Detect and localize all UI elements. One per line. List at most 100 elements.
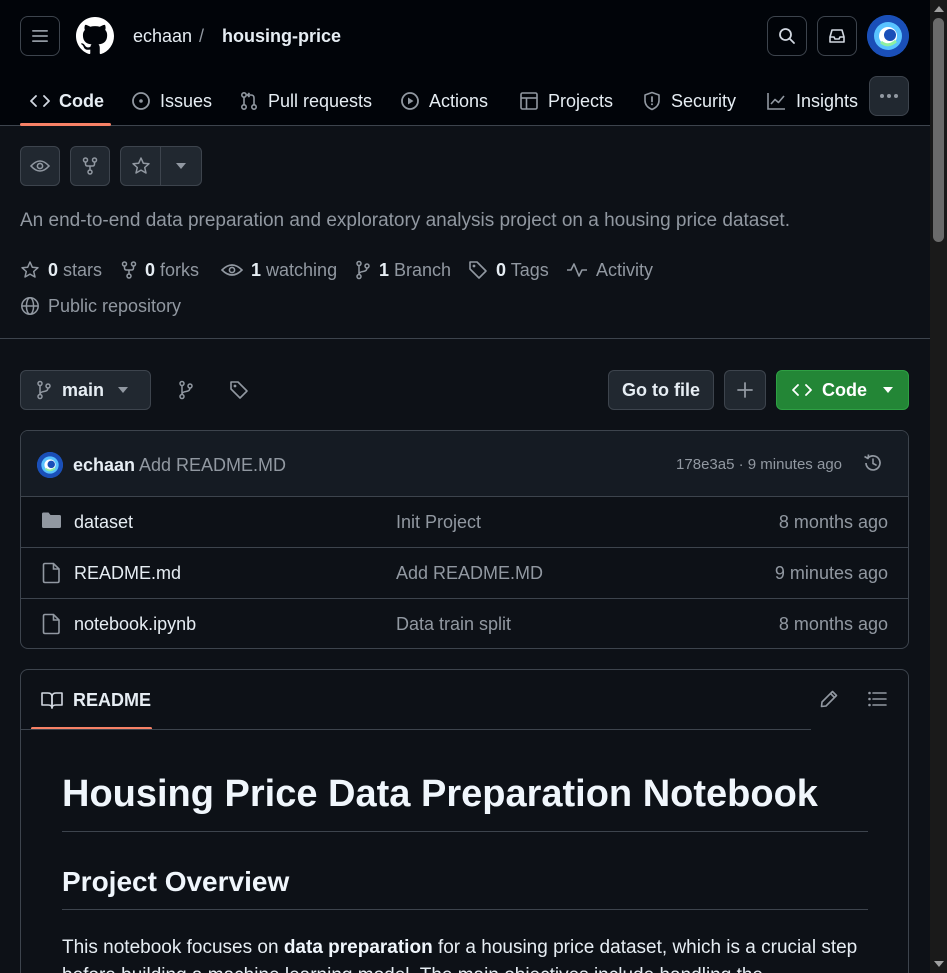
active-tab-indicator — [20, 123, 111, 126]
pulse-icon — [567, 263, 587, 277]
github-logo-icon[interactable] — [76, 17, 114, 55]
commit-author-avatar[interactable] — [37, 452, 63, 478]
code-icon — [30, 95, 50, 107]
repo-name-link[interactable]: housing-price — [222, 26, 341, 47]
folder-icon — [42, 512, 61, 528]
stars-link[interactable]: 0 stars — [20, 258, 102, 282]
play-icon — [401, 92, 419, 110]
visibility-info: Public repository — [20, 294, 181, 318]
tab-label: Insights — [796, 90, 859, 111]
file-commit-message[interactable]: Data train split — [396, 614, 511, 635]
code-button[interactable]: Code — [776, 370, 909, 410]
tab-pull-requests[interactable]: Pull requests — [239, 76, 372, 126]
tab-label: Code — [59, 90, 104, 111]
star-list-dropdown[interactable] — [160, 146, 202, 186]
page-scrollbar[interactable] — [930, 0, 947, 973]
forks-count: 0 — [145, 259, 156, 280]
repo-description: An end-to-end data preparation and explo… — [20, 210, 790, 231]
repo-owner-link[interactable]: echaan — [133, 26, 192, 47]
branch-selector[interactable]: main — [20, 370, 151, 410]
issue-opened-icon — [132, 92, 150, 110]
watch-button[interactable] — [20, 146, 60, 186]
repo-forked-icon — [121, 261, 137, 279]
hamburger-icon — [32, 30, 48, 42]
tab-issues[interactable]: Issues — [131, 76, 212, 126]
file-commit-message[interactable]: Add README.MD — [396, 563, 543, 584]
triangle-down-icon — [176, 163, 186, 169]
tab-projects[interactable]: Projects — [519, 76, 613, 126]
file-commit-time: 8 months ago — [778, 614, 888, 634]
fork-button[interactable] — [70, 146, 110, 186]
search-button[interactable] — [767, 16, 807, 56]
visibility-label: Public repository — [48, 295, 182, 316]
scroll-thumb[interactable] — [933, 18, 944, 242]
add-file-button[interactable] — [724, 370, 766, 410]
tags-count: 0 — [496, 259, 507, 280]
commit-message[interactable]: Add README.MD — [139, 455, 286, 476]
repo-forked-icon — [82, 157, 98, 175]
scroll-down-arrow[interactable] — [934, 961, 944, 967]
heading-rule — [62, 831, 868, 832]
tab-label: Security — [671, 90, 737, 111]
pencil-icon[interactable] — [819, 689, 839, 709]
list-unordered-icon[interactable] — [867, 689, 887, 709]
star-icon — [131, 157, 150, 174]
file-icon — [42, 562, 60, 584]
globe-icon — [21, 297, 39, 315]
shield-icon — [644, 91, 660, 111]
app-header: echaan / housing-price Code Issues Pull … — [0, 0, 930, 126]
tab-actions[interactable]: Actions — [400, 76, 488, 126]
tab-insights[interactable]: Insights — [766, 76, 858, 126]
menu-button[interactable] — [20, 16, 60, 56]
forks-link[interactable]: 0 forks — [121, 258, 199, 282]
tab-security[interactable]: Security — [642, 76, 736, 126]
readme-heading: Housing Price Data Preparation Notebook — [62, 773, 818, 815]
tab-code[interactable]: Code — [30, 76, 104, 126]
file-name[interactable]: dataset — [74, 512, 133, 533]
tag-icon — [469, 261, 487, 279]
more-tabs-button[interactable] — [869, 76, 909, 116]
file-row-readme[interactable]: README.md Add README.MD 9 minutes ago — [21, 548, 908, 599]
history-icon[interactable] — [862, 452, 884, 474]
code-icon — [792, 384, 812, 396]
branch-name: main — [62, 379, 105, 400]
commit-author[interactable]: echaan — [73, 455, 135, 476]
user-avatar[interactable] — [867, 15, 909, 57]
readme-panel: README Housing Price Data Preparation No… — [20, 669, 909, 973]
graph-icon — [767, 93, 785, 110]
inbox-icon — [829, 29, 845, 43]
file-row-dataset[interactable]: dataset Init Project 8 months ago — [21, 497, 908, 548]
git-branch-icon — [37, 380, 51, 400]
para-bold: data preparation — [283, 937, 433, 958]
branch-count: 1 — [379, 259, 390, 280]
para-text: This notebook focuses on — [62, 937, 284, 958]
scroll-up-arrow[interactable] — [934, 6, 944, 12]
code-button-label: Code — [822, 379, 867, 400]
file-row-notebook[interactable]: notebook.ipynb Data train split 8 months… — [21, 599, 908, 648]
file-name[interactable]: README.md — [74, 563, 181, 584]
file-commit-message[interactable]: Init Project — [396, 512, 481, 533]
watching-label: watching — [266, 259, 338, 280]
git-pull-request-icon — [240, 91, 258, 111]
commit-meta[interactable]: 178e3a5 · 9 minutes ago — [676, 456, 842, 473]
git-branch-icon[interactable] — [178, 380, 194, 400]
readme-subheading: Project Overview — [62, 866, 290, 897]
tab-label: Projects — [548, 90, 614, 111]
activity-link[interactable]: Activity — [566, 258, 653, 282]
star-button[interactable] — [120, 146, 161, 186]
watching-count: 1 — [251, 259, 262, 280]
table-icon — [520, 92, 538, 110]
go-to-file-button[interactable]: Go to file — [608, 370, 714, 410]
readme-tab[interactable]: README — [41, 688, 151, 712]
tag-icon[interactable] — [229, 380, 249, 400]
tab-label: Issues — [160, 90, 213, 111]
stars-label: stars — [63, 259, 103, 280]
tags-label: Tags — [510, 259, 549, 280]
activity-label: Activity — [596, 259, 654, 280]
file-name[interactable]: notebook.ipynb — [74, 614, 196, 635]
tags-link[interactable]: 0 Tags — [468, 258, 549, 282]
branches-link[interactable]: 1 Branch — [355, 258, 451, 282]
watchers-link[interactable]: 1 watching — [221, 258, 337, 282]
inbox-button[interactable] — [817, 16, 857, 56]
section-divider — [0, 338, 930, 339]
